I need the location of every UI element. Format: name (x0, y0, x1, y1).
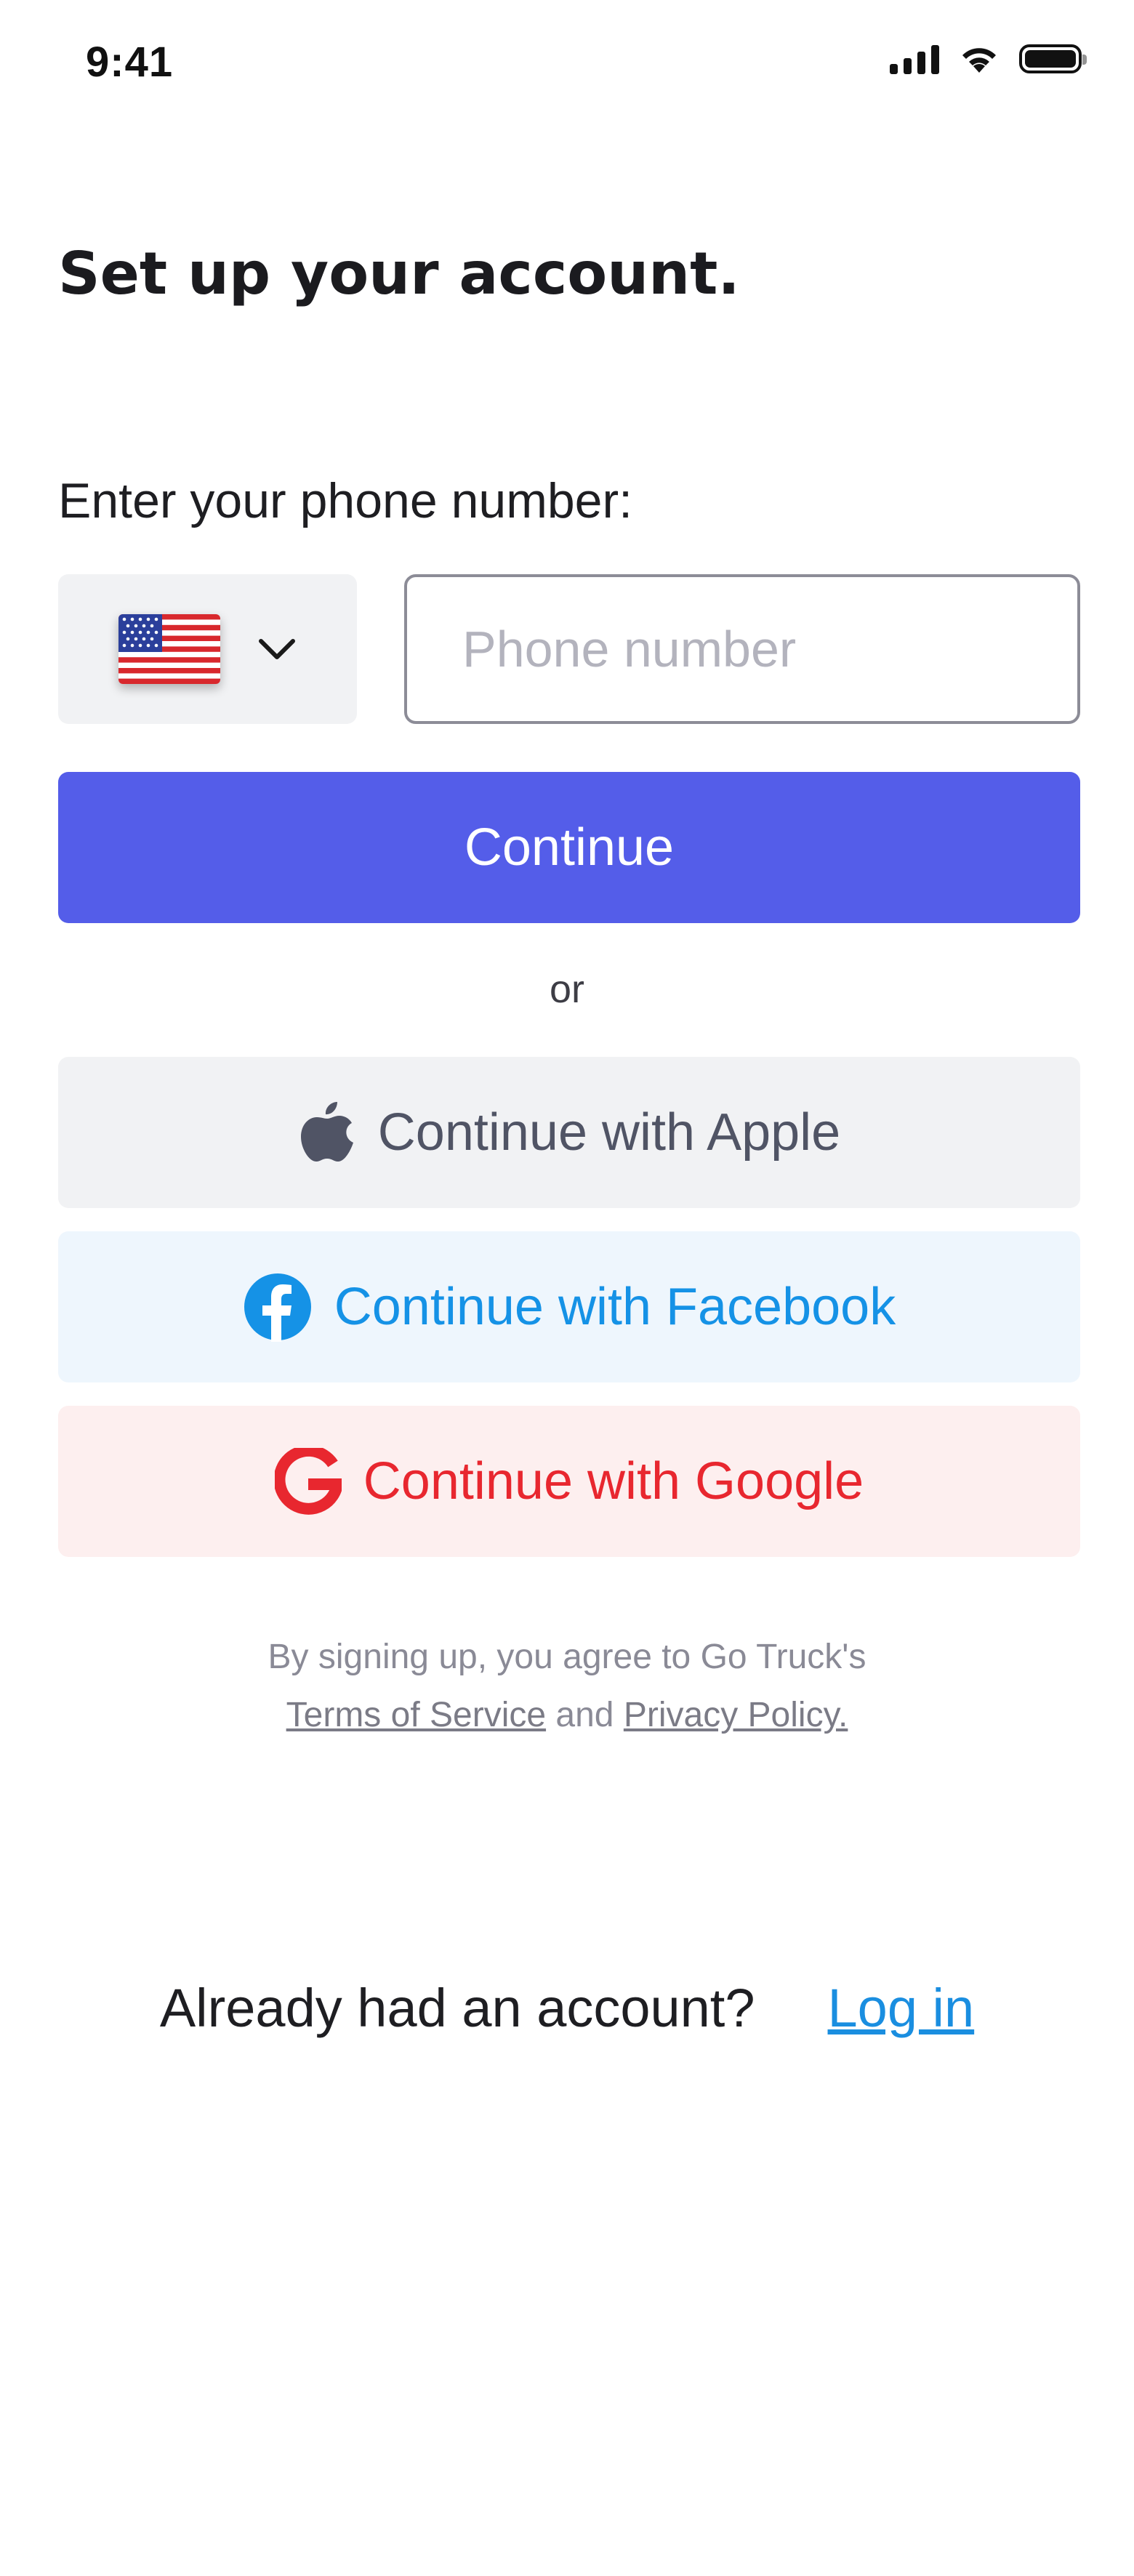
battery-icon (1019, 44, 1087, 73)
terms-of-service-link[interactable]: Terms of Service (286, 1696, 546, 1734)
facebook-icon (244, 1273, 311, 1342)
page-title: Set up your account. (58, 240, 740, 307)
continue-with-apple-button[interactable]: Continue with Apple (58, 1057, 1080, 1208)
terms-prefix: By signing up, you agree to Go Truck's (268, 1638, 866, 1676)
country-code-select[interactable] (58, 574, 357, 724)
us-flag-icon (118, 614, 220, 684)
terms-notice: By signing up, you agree to Go Truck's T… (0, 1628, 1134, 1744)
apple-label: Continue with Apple (377, 1103, 841, 1162)
phone-number-input[interactable] (404, 574, 1080, 724)
status-icons (890, 44, 1087, 74)
continue-button[interactable]: Continue (58, 772, 1080, 923)
chevron-down-icon (258, 639, 295, 659)
continue-label: Continue (464, 818, 675, 877)
terms-links: Terms of Service and Privacy Policy. (0, 1686, 1134, 1744)
or-divider: or (549, 967, 584, 1011)
wifi-icon (962, 48, 996, 73)
cellular-signal-icon (890, 44, 939, 74)
apple-icon (300, 1102, 353, 1162)
facebook-label: Continue with Facebook (334, 1278, 896, 1336)
google-icon (274, 1448, 342, 1515)
status-time: 9:41 (86, 39, 174, 86)
log-in-link[interactable]: Log in (828, 1977, 975, 2039)
google-label: Continue with Google (363, 1452, 864, 1510)
login-question: Already had an account? (159, 1978, 755, 2038)
continue-with-facebook-button[interactable]: Continue with Facebook (58, 1231, 1080, 1382)
continue-with-google-button[interactable]: Continue with Google (58, 1406, 1080, 1557)
login-prompt: Already had an account? Log in (0, 1977, 1134, 2039)
phone-label: Enter your phone number: (58, 473, 633, 528)
terms-and-text: and (555, 1696, 614, 1734)
privacy-policy-link[interactable]: Privacy Policy. (624, 1696, 848, 1734)
